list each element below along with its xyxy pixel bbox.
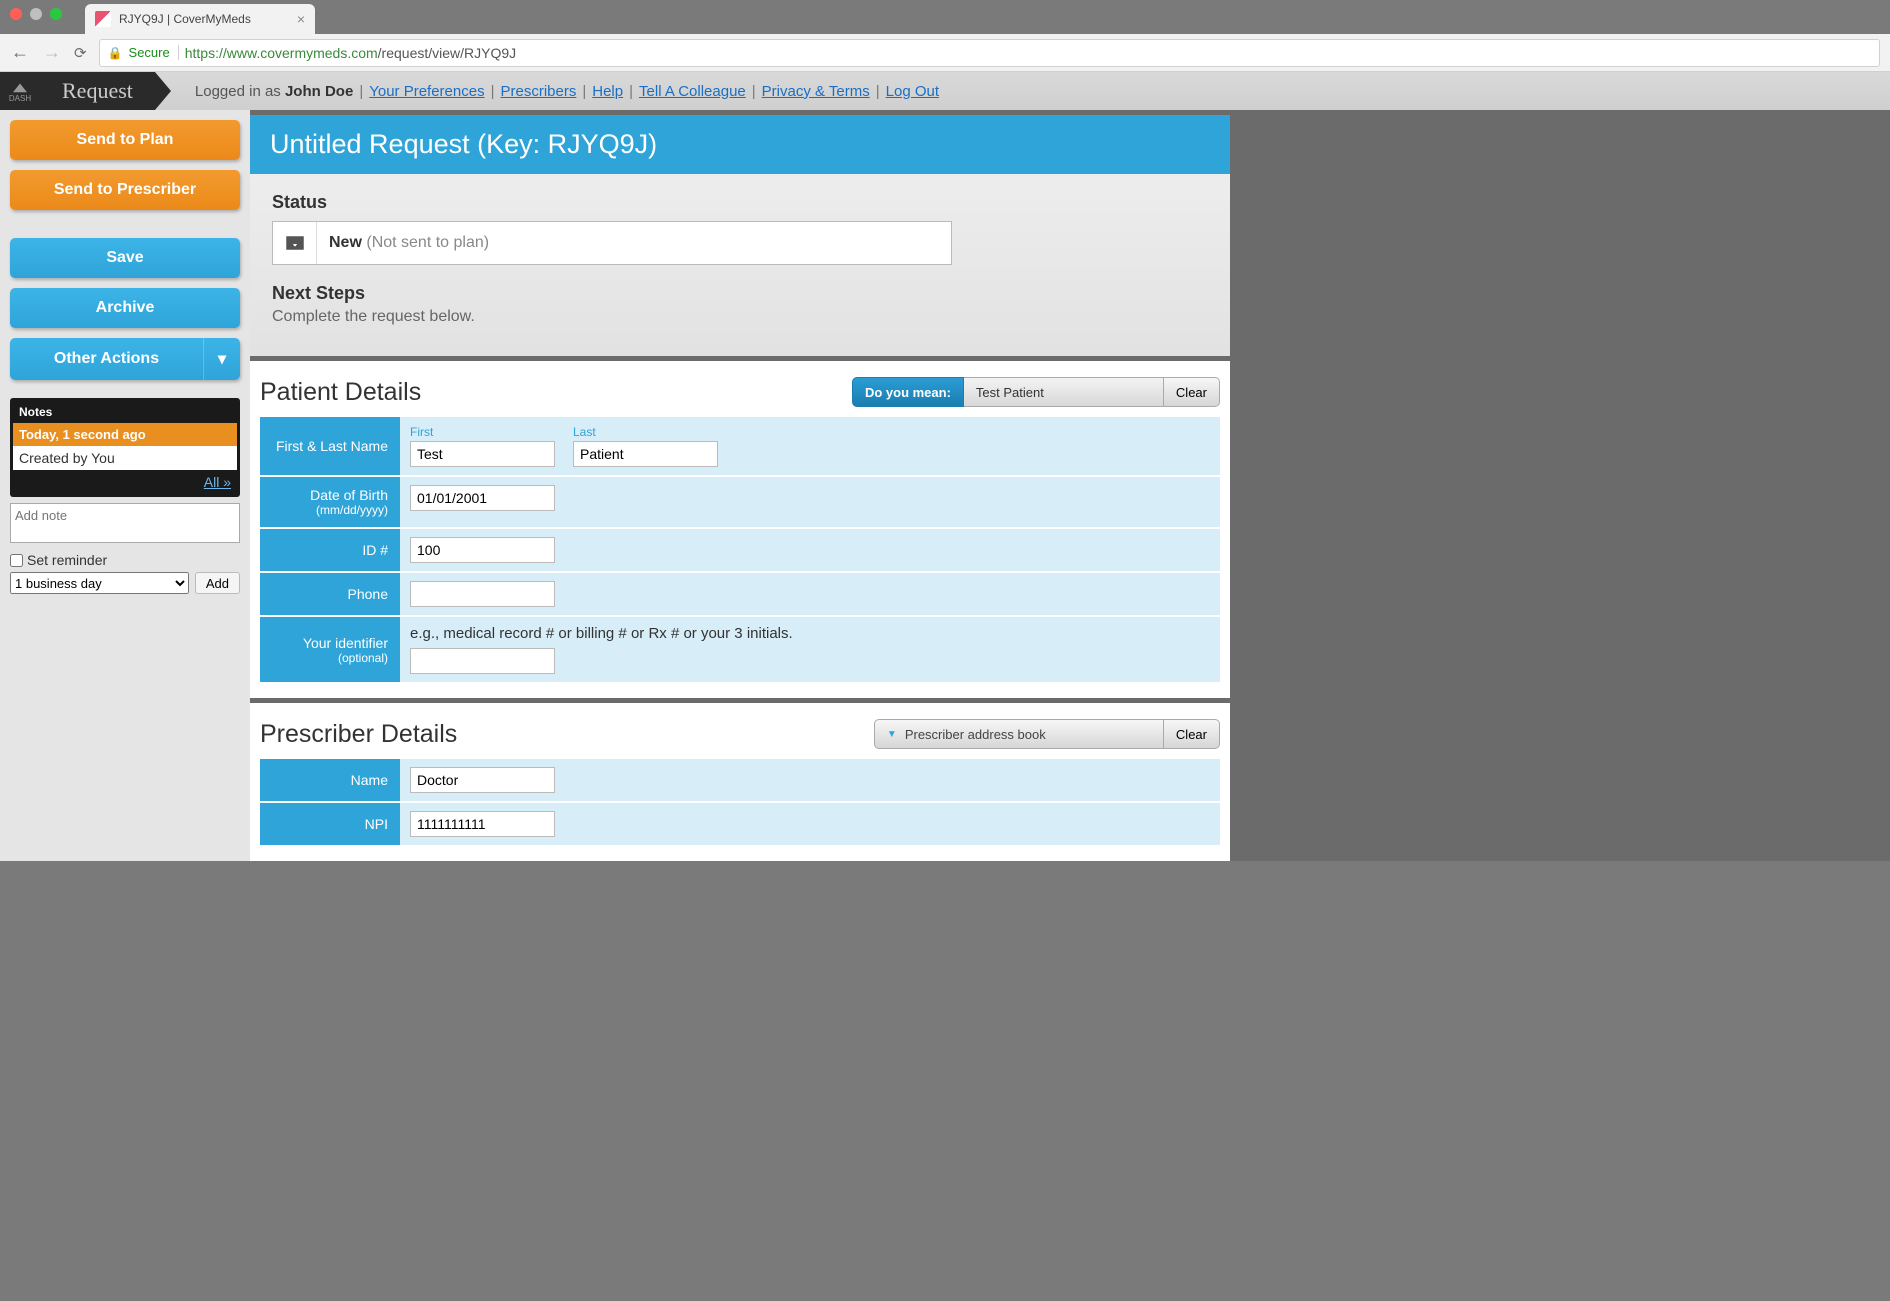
- all-notes-link[interactable]: All »: [204, 474, 231, 490]
- reload-icon[interactable]: ⟳: [74, 44, 87, 62]
- app-header: DASH Request Logged in as John Doe |Your…: [0, 72, 1890, 110]
- phone-input[interactable]: [410, 581, 555, 607]
- chevron-down-icon[interactable]: ▾: [204, 338, 240, 380]
- do-you-mean-label: Do you mean:: [852, 377, 964, 407]
- window-minimize[interactable]: [30, 8, 42, 20]
- prescriber-clear-button[interactable]: Clear: [1164, 719, 1220, 749]
- next-steps-text: Complete the request below.: [272, 308, 1208, 326]
- window-close[interactable]: [10, 8, 22, 20]
- inbox-icon: [273, 222, 317, 264]
- patient-details-section: Patient Details Do you mean: Test Patien…: [250, 361, 1230, 703]
- dash-label: DASH: [9, 94, 31, 103]
- first-name-input[interactable]: [410, 441, 555, 467]
- label-last: Last: [573, 425, 718, 439]
- request-tab[interactable]: Request: [40, 72, 155, 110]
- browser-chrome: RJYQ9J | CoverMyMeds × ← → ⟳ 🔒 Secure ht…: [0, 0, 1890, 72]
- save-button[interactable]: Save: [10, 238, 240, 278]
- main-content: Untitled Request (Key: RJYQ9J) Status Ne…: [250, 110, 1890, 861]
- next-steps-heading: Next Steps: [272, 283, 1208, 304]
- tab-title: RJYQ9J | CoverMyMeds: [119, 12, 289, 26]
- link-preferences[interactable]: Your Preferences: [369, 83, 484, 100]
- patient-suggestion-button[interactable]: Test Patient: [964, 377, 1164, 407]
- logged-in-text: Logged in as John Doe: [195, 83, 353, 100]
- status-heading: Status: [272, 192, 1208, 213]
- label-id: ID #: [260, 528, 400, 572]
- sidebar: Send to Plan Send to Prescriber Save Arc…: [0, 110, 250, 861]
- link-help[interactable]: Help: [592, 83, 623, 100]
- patient-details-heading: Patient Details: [260, 378, 421, 407]
- lock-icon: 🔒: [108, 46, 123, 60]
- identifier-hint: e.g., medical record # or billing # or R…: [410, 625, 1210, 642]
- address-book-dropdown[interactable]: ▼Prescriber address book: [874, 719, 1164, 749]
- notes-heading: Notes: [13, 401, 58, 423]
- label-dob: Date of Birth(mm/dd/yyyy): [260, 476, 400, 528]
- page-title: Untitled Request (Key: RJYQ9J): [250, 115, 1230, 174]
- label-identifier: Your identifier(optional): [260, 616, 400, 683]
- chevron-down-icon: ▼: [887, 729, 897, 740]
- archive-button[interactable]: Archive: [10, 288, 240, 328]
- last-name-input[interactable]: [573, 441, 718, 467]
- favicon-icon: [95, 11, 111, 27]
- window-maximize[interactable]: [50, 8, 62, 20]
- link-tell-colleague[interactable]: Tell A Colleague: [639, 83, 746, 100]
- close-icon[interactable]: ×: [297, 11, 305, 27]
- link-privacy[interactable]: Privacy & Terms: [762, 83, 870, 100]
- add-reminder-button[interactable]: Add: [195, 572, 240, 594]
- note-timestamp: Today, 1 second ago: [13, 423, 237, 446]
- notes-panel: Notes Today, 1 second ago Created by You…: [10, 398, 240, 497]
- secure-label: Secure: [129, 45, 179, 60]
- note-body: Created by You: [13, 446, 237, 470]
- set-reminder-checkbox[interactable]: [10, 554, 23, 567]
- prescriber-details-section: Prescriber Details ▼Prescriber address b…: [250, 703, 1230, 861]
- npi-input[interactable]: [410, 811, 555, 837]
- other-actions-button[interactable]: Other Actions: [10, 338, 204, 380]
- tab-bar: RJYQ9J | CoverMyMeds ×: [0, 0, 1890, 34]
- patient-clear-button[interactable]: Clear: [1164, 377, 1220, 407]
- identifier-input[interactable]: [410, 648, 555, 674]
- prescriber-details-heading: Prescriber Details: [260, 720, 457, 749]
- link-logout[interactable]: Log Out: [886, 83, 939, 100]
- dash-icon[interactable]: DASH: [0, 72, 40, 110]
- status-box: New (Not sent to plan): [272, 221, 952, 265]
- address-bar[interactable]: 🔒 Secure https://www.covermymeds.com/req…: [99, 39, 1880, 67]
- dob-input[interactable]: [410, 485, 555, 511]
- other-actions-dropdown[interactable]: Other Actions ▾: [10, 338, 240, 380]
- reminder-duration-select[interactable]: 1 business day: [10, 572, 189, 594]
- prescriber-name-input[interactable]: [410, 767, 555, 793]
- status-text: New (Not sent to plan): [317, 234, 501, 252]
- send-to-plan-button[interactable]: Send to Plan: [10, 120, 240, 160]
- patient-id-input[interactable]: [410, 537, 555, 563]
- header-links: Logged in as John Doe |Your Preferences …: [155, 72, 1890, 110]
- add-note-input[interactable]: [10, 503, 240, 543]
- label-first: First: [410, 425, 555, 439]
- send-to-prescriber-button[interactable]: Send to Prescriber: [10, 170, 240, 210]
- set-reminder-label: Set reminder: [27, 552, 107, 568]
- back-button[interactable]: ←: [10, 42, 30, 63]
- url-text: https://www.covermymeds.com/request/view…: [185, 45, 516, 61]
- browser-tab[interactable]: RJYQ9J | CoverMyMeds ×: [85, 4, 315, 34]
- app: DASH Request Logged in as John Doe |Your…: [0, 72, 1890, 861]
- forward-button[interactable]: →: [42, 42, 62, 63]
- label-npi: NPI: [260, 802, 400, 846]
- browser-toolbar: ← → ⟳ 🔒 Secure https://www.covermymeds.c…: [0, 34, 1890, 72]
- label-phone: Phone: [260, 572, 400, 616]
- link-prescribers[interactable]: Prescribers: [500, 83, 576, 100]
- label-prescriber-name: Name: [260, 759, 400, 802]
- label-name: First & Last Name: [260, 417, 400, 476]
- status-section: Status New (Not sent to plan) Next Steps…: [250, 174, 1230, 361]
